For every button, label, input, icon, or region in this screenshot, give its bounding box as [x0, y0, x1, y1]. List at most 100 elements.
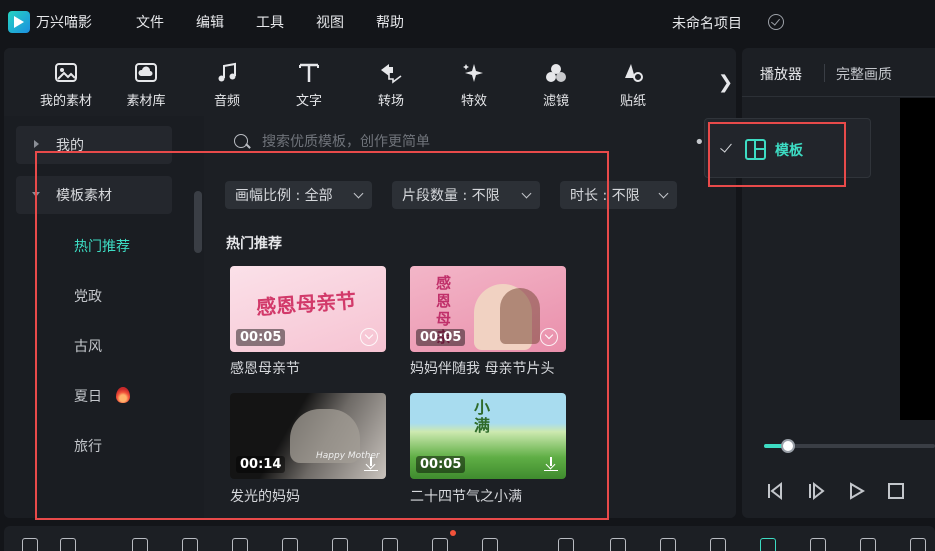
- template-card-4[interactable]: 小满 00:05: [410, 393, 566, 479]
- tab-audio[interactable]: 音频: [204, 62, 250, 109]
- sidebar-scrollbar[interactable]: [194, 191, 202, 253]
- filter-duration[interactable]: 时长 : 不限: [560, 181, 677, 209]
- template-art-text: 感恩母亲节: [255, 288, 357, 320]
- template-duration: 00:05: [416, 329, 466, 346]
- tab-stickers[interactable]: 贴纸: [610, 62, 656, 109]
- tab-label: 文字: [295, 94, 322, 109]
- title-bar: 万兴喵影 文件 编辑 工具 视图 帮助 未命名项目: [0, 0, 935, 44]
- divider: [742, 96, 935, 97]
- dropdown-item-template[interactable]: 模板: [775, 140, 803, 160]
- toolbar-more-chevron-icon[interactable]: ❯: [718, 72, 733, 93]
- menu-help[interactable]: 帮助: [376, 12, 436, 32]
- timeline-toolbar: [4, 526, 935, 551]
- search-bar[interactable]: 搜索优质模板，创作更简单: [226, 128, 696, 154]
- template-duration: 00:14: [236, 456, 286, 473]
- chevron-down-icon: [353, 188, 364, 199]
- quality-select[interactable]: 完整画质: [836, 64, 892, 84]
- audio-mixer-icon[interactable]: [710, 538, 726, 551]
- media-panel: 我的素材 素材库 音频 文字 转场 特效 滤镜 贴纸 ❯ 我的 模板素材 热门推…: [4, 48, 736, 518]
- stop-icon[interactable]: [885, 480, 907, 502]
- next-frame-icon[interactable]: [805, 480, 827, 502]
- caret-down-icon: [32, 192, 40, 197]
- template-duration: 00:05: [236, 329, 286, 346]
- split-icon[interactable]: [282, 538, 298, 551]
- template-card-1[interactable]: 感恩母亲节 00:05: [230, 266, 386, 352]
- record-icon[interactable]: [432, 538, 448, 551]
- play-icon[interactable]: [845, 480, 867, 502]
- playback-slider[interactable]: [764, 439, 935, 453]
- snapshot-icon[interactable]: [810, 538, 826, 551]
- template-card-2[interactable]: 感恩母亲 00:05: [410, 266, 566, 352]
- tab-filters[interactable]: 滤镜: [533, 62, 579, 109]
- sidebar-item-hot[interactable]: 热门推荐: [74, 236, 130, 256]
- playback-handle[interactable]: [780, 439, 795, 453]
- tab-my-media[interactable]: 我的素材: [34, 62, 98, 109]
- ai-tool-icon[interactable]: [760, 538, 776, 551]
- template-art-text: 小满: [474, 398, 491, 435]
- delete-icon[interactable]: [232, 538, 248, 551]
- template-duration: 00:05: [416, 456, 466, 473]
- download-icon[interactable]: [360, 328, 378, 346]
- filter-clip-count[interactable]: 片段数量 : 不限: [392, 181, 540, 209]
- template-art-figure: [500, 288, 540, 344]
- menu-edit[interactable]: 编辑: [196, 12, 256, 32]
- sidebar-item-ancient[interactable]: 古风: [74, 336, 102, 356]
- sidebar-item-label: 夏日: [74, 389, 102, 405]
- previous-frame-icon[interactable]: [764, 480, 786, 502]
- section-title: 热门推荐: [226, 236, 282, 252]
- search-input[interactable]: 搜索优质模板，创作更简单: [262, 131, 430, 151]
- layout-icon[interactable]: [22, 538, 38, 551]
- download-icon[interactable]: [544, 457, 558, 471]
- sidebar-item-travel[interactable]: 旅行: [74, 436, 102, 456]
- sidebar-item-party[interactable]: 党政: [74, 286, 102, 306]
- image-icon: [55, 63, 77, 82]
- select-tool-icon[interactable]: [60, 538, 76, 551]
- text-tool-icon[interactable]: [382, 538, 398, 551]
- filter-aspect-ratio[interactable]: 画幅比例 : 全部: [225, 181, 372, 209]
- menu-view[interactable]: 视图: [316, 12, 376, 32]
- chevron-down-icon: [521, 188, 532, 199]
- tab-effects[interactable]: 特效: [451, 62, 497, 109]
- fullscreen-icon[interactable]: [860, 538, 876, 551]
- filter-label: 时长 : 不限: [570, 188, 640, 204]
- template-title: 妈妈伴随我 母亲节片头: [410, 361, 555, 377]
- video-preview[interactable]: [900, 98, 935, 420]
- redo-icon[interactable]: [182, 538, 198, 551]
- hot-fire-icon: [116, 387, 130, 403]
- tab-label: 我的素材: [39, 94, 92, 109]
- download-icon[interactable]: [540, 328, 558, 346]
- undo-icon[interactable]: [132, 538, 148, 551]
- template-title: 二十四节气之小满: [410, 489, 522, 505]
- filter-label: 片段数量 : 不限: [402, 188, 500, 204]
- player-tab[interactable]: 播放器: [760, 64, 802, 84]
- zoom-out-icon[interactable]: [910, 538, 926, 551]
- tab-label: 特效: [460, 94, 487, 109]
- project-title[interactable]: 未命名项目: [672, 13, 742, 33]
- app-logo-icon: [8, 11, 30, 33]
- chevron-down-icon: [658, 188, 669, 199]
- tab-text[interactable]: 文字: [286, 62, 332, 109]
- sidebar-group-templates[interactable]: 模板素材: [16, 176, 172, 214]
- record-indicator-icon: [450, 530, 456, 536]
- sidebar-group-mine[interactable]: 我的: [16, 126, 172, 164]
- divider: [824, 64, 825, 82]
- sidebar-group-label: 模板素材: [56, 188, 112, 204]
- microphone-icon[interactable]: [660, 538, 676, 551]
- tab-transitions[interactable]: 转场: [368, 62, 414, 109]
- speed-icon[interactable]: [482, 538, 498, 551]
- tab-label: 贴纸: [619, 94, 646, 109]
- menu-file[interactable]: 文件: [136, 12, 196, 32]
- search-icon: [234, 134, 248, 148]
- tab-stock-library[interactable]: 素材库: [116, 62, 176, 109]
- sidebar-item-summer[interactable]: 夏日: [74, 386, 130, 406]
- saved-check-icon[interactable]: [768, 14, 784, 30]
- template-layout-icon: [745, 139, 766, 160]
- tab-label: 转场: [377, 94, 404, 109]
- menu-tools[interactable]: 工具: [256, 12, 316, 32]
- crop-icon[interactable]: [332, 538, 348, 551]
- filter-icon: [546, 64, 566, 82]
- marker-icon[interactable]: [610, 538, 626, 551]
- render-icon[interactable]: [558, 538, 574, 551]
- download-icon[interactable]: [364, 457, 378, 471]
- template-card-3[interactable]: Happy Mother 00:14: [230, 393, 386, 479]
